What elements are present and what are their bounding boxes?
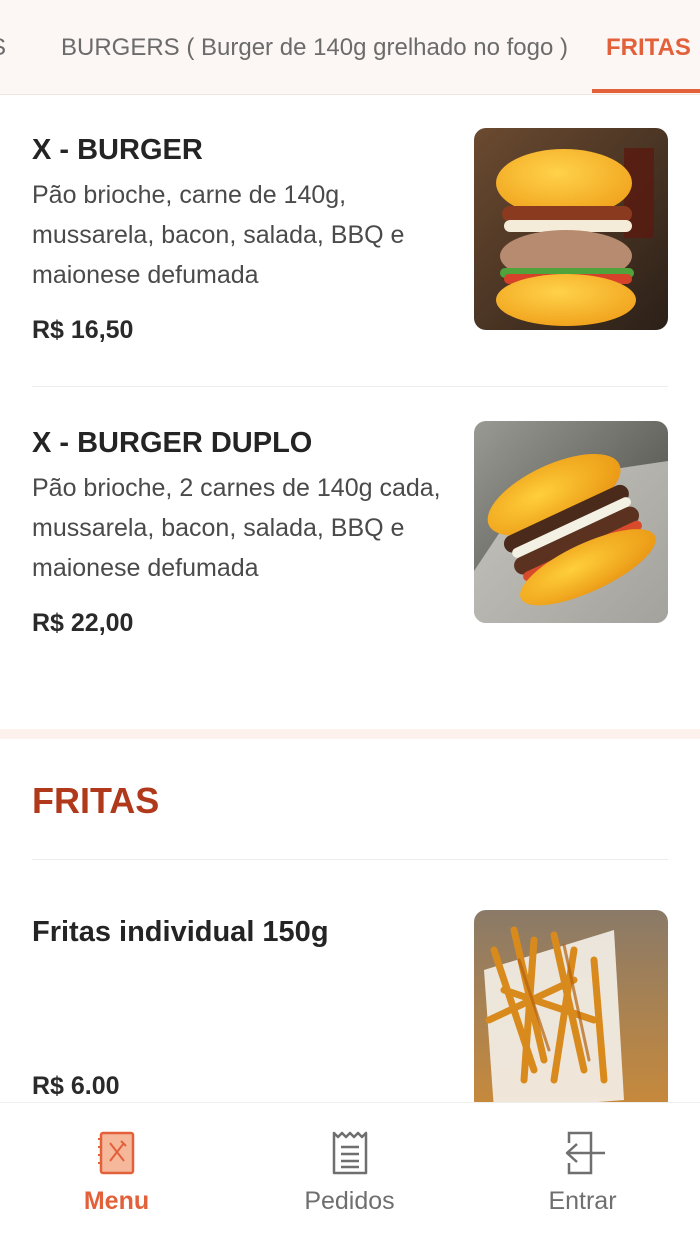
nav-label: Menu	[83, 1187, 150, 1215]
menu-item-x-burger-duplo[interactable]: X - BURGER DUPLO Pão brioche, 2 carnes d…	[32, 421, 668, 657]
menu-item-fritas-individual[interactable]: Fritas individual 150g R$ 6.00	[32, 910, 668, 1102]
item-description: Pão brioche, 2 carnes de 140g cada, muss…	[32, 474, 441, 582]
tab-fritas[interactable]: FRITAS	[606, 34, 691, 62]
item-price: R$ 16,50	[32, 316, 134, 344]
nav-pedidos[interactable]: Pedidos	[233, 1103, 466, 1244]
nav-entrar[interactable]: Entrar	[466, 1103, 699, 1244]
item-photo-burger	[474, 128, 668, 330]
active-tab-indicator	[592, 89, 700, 93]
tab-previous-category[interactable]: S	[0, 34, 6, 62]
bottom-navigation: Menu Pedidos Entrar	[0, 1102, 700, 1244]
nav-menu[interactable]: Menu	[0, 1103, 233, 1244]
section-title-fritas: FRITAS	[32, 780, 160, 821]
menu-content: X - BURGER Pão brioche, carne de 140g, m…	[0, 96, 700, 1102]
section-divider	[32, 859, 668, 860]
tab-burgers[interactable]: BURGERS ( Burger de 140g grelhado no fog…	[61, 34, 568, 62]
section-separator	[0, 729, 700, 739]
item-price: R$ 6.00	[32, 1072, 120, 1100]
item-description: Pão brioche, carne de 140g, mussarela, b…	[32, 181, 405, 289]
menu-item-x-burger[interactable]: X - BURGER Pão brioche, carne de 140g, m…	[32, 128, 668, 364]
menu-book-icon	[97, 1129, 137, 1177]
nav-label: Entrar	[548, 1187, 617, 1215]
item-divider	[32, 386, 668, 387]
login-icon	[563, 1129, 605, 1177]
receipt-icon	[330, 1129, 370, 1177]
nav-label: Pedidos	[304, 1187, 395, 1215]
category-tabs: S BURGERS ( Burger de 140g grelhado no f…	[0, 0, 700, 95]
item-photo-burger-duplo	[474, 421, 668, 623]
item-photo-fritas	[474, 910, 668, 1102]
item-price: R$ 22,00	[32, 609, 134, 637]
